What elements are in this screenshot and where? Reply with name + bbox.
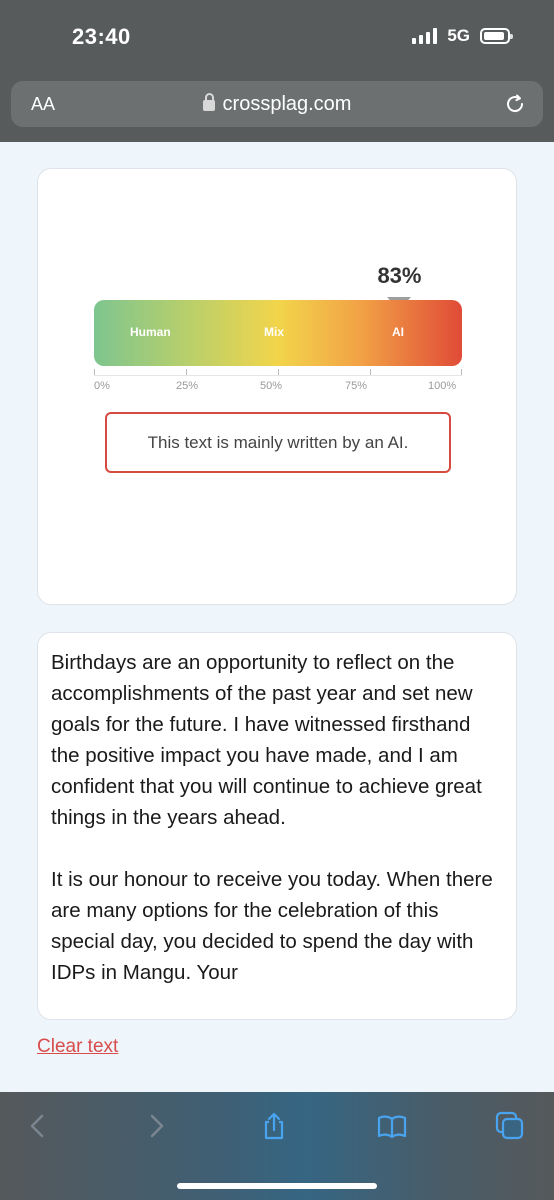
home-indicator[interactable]: [177, 1183, 377, 1189]
tabs-icon[interactable]: [494, 1110, 526, 1142]
reload-icon[interactable]: [503, 92, 527, 116]
gauge-axis: 0% 25% 50% 75% 100%: [94, 369, 462, 392]
tick-50: 50%: [260, 380, 283, 392]
gauge-label-mix: Mix: [264, 325, 285, 339]
text-paragraph-1: Birthdays are an opportunity to reflect …: [51, 651, 482, 829]
tick-0: 0%: [94, 380, 110, 392]
ai-percent: 83%: [377, 263, 422, 288]
ai-gauge: Human Mix AI: [94, 300, 462, 366]
bookmarks-icon[interactable]: [376, 1110, 408, 1142]
tick-25: 25%: [176, 380, 199, 392]
network-type: 5G: [447, 26, 470, 45]
browser-chrome: 23:40 5G AA crossplag.com: [0, 0, 554, 142]
forward-icon[interactable]: [140, 1110, 172, 1142]
input-text-area[interactable]: Birthdays are an opportunity to reflect …: [37, 632, 517, 1020]
address-bar[interactable]: AA crossplag.com: [11, 81, 543, 127]
url-display[interactable]: crossplag.com: [11, 93, 543, 116]
clear-text-link[interactable]: Clear text: [37, 1036, 118, 1058]
back-icon[interactable]: [22, 1110, 54, 1142]
gauge-label-ai: AI: [392, 325, 404, 339]
share-icon[interactable]: [258, 1110, 290, 1142]
text-paragraph-2: It is our honour to receive you today. W…: [51, 868, 493, 984]
lock-icon: [202, 93, 215, 111]
status-time: 23:40: [72, 24, 131, 49]
detection-result-card: 83% Human Mix AI 0% 25% 50% 75% 100% Thi…: [37, 168, 517, 605]
status-indicators: 5G: [412, 26, 513, 46]
verdict-box: This text is mainly written by an AI.: [105, 412, 451, 473]
url-text: crossplag.com: [222, 93, 352, 115]
signal-icon: [412, 28, 438, 44]
tick-100: 100%: [428, 380, 457, 392]
battery-icon: [480, 28, 513, 44]
tick-75: 75%: [345, 380, 368, 392]
gauge-label-human: Human: [130, 325, 171, 339]
